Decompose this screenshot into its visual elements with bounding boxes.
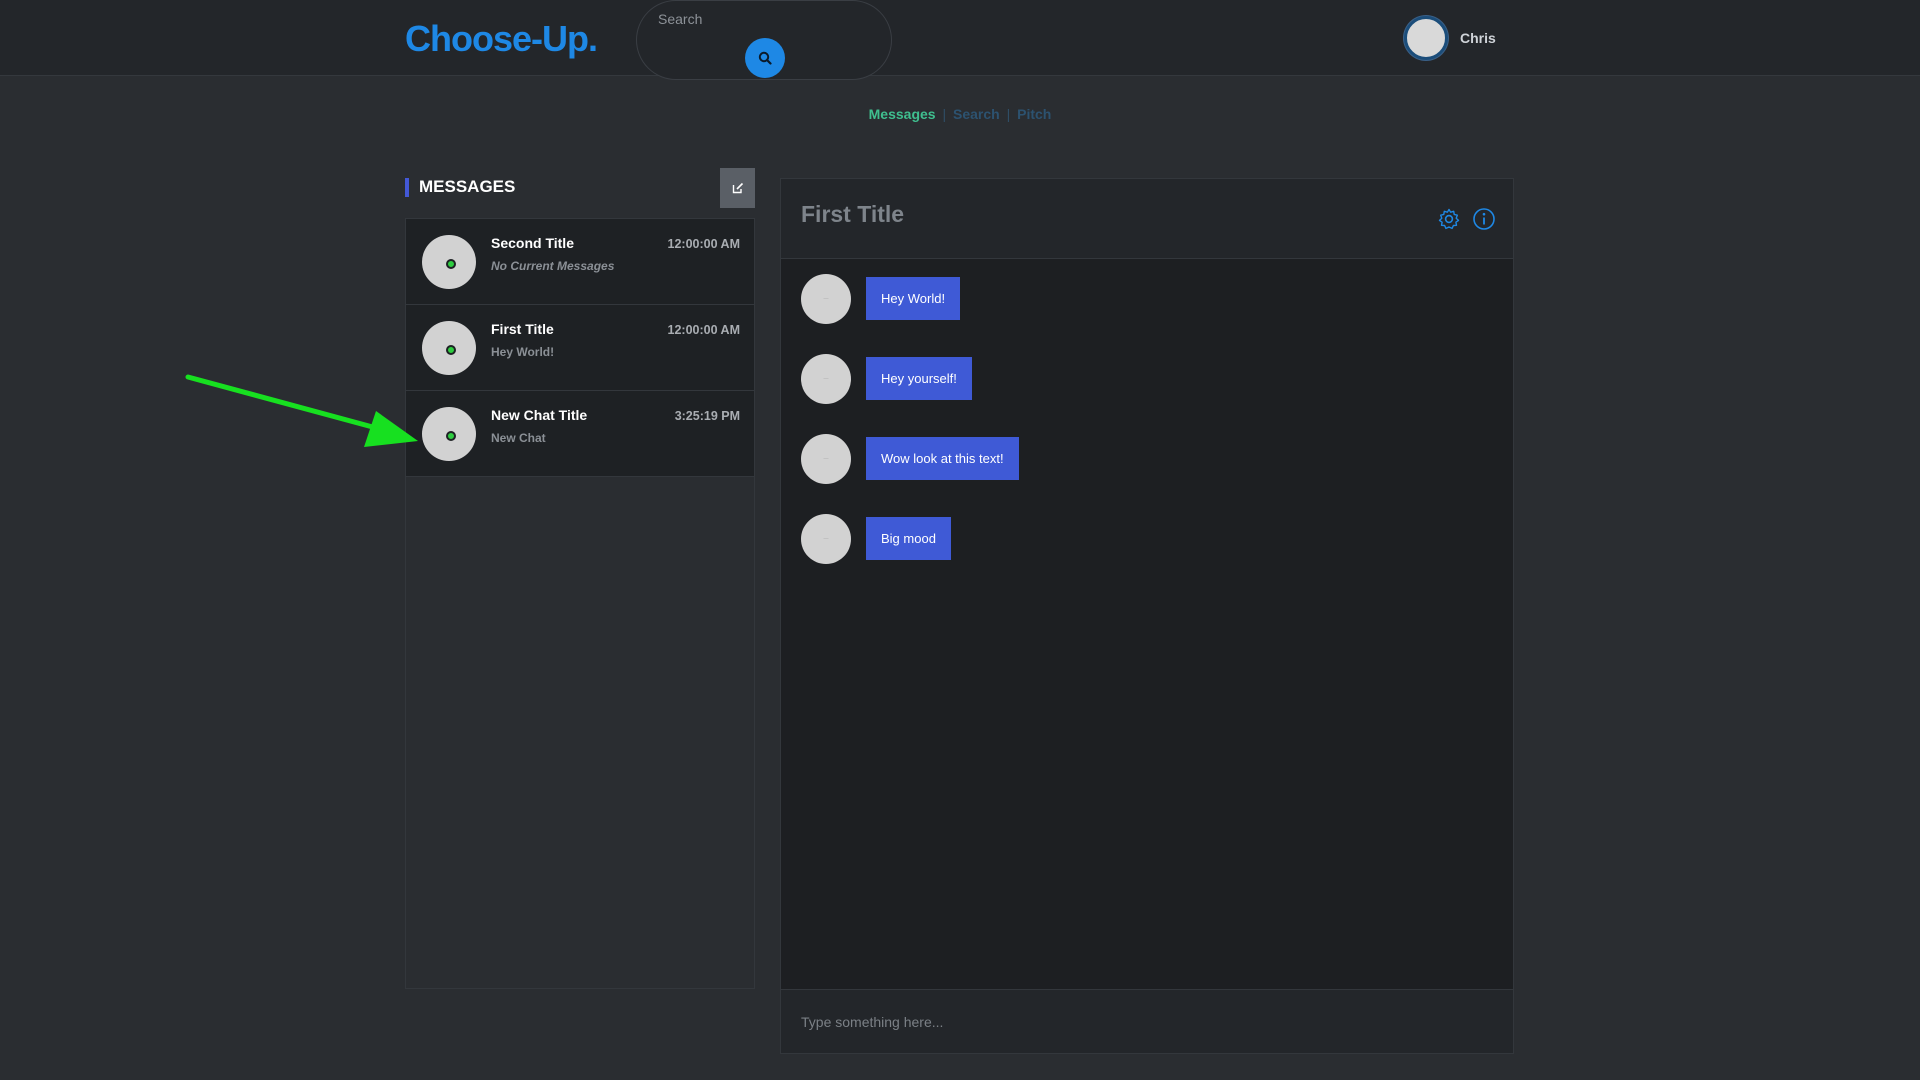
avatar: — [801,434,851,484]
tab-separator: | [942,106,947,122]
online-status-dot [446,259,456,269]
messages-header: MESSAGES [405,168,755,208]
user-name[interactable]: Chris [1460,30,1496,46]
heading-accent-bar [405,178,409,197]
avatar: — [801,354,851,404]
nav-tabs: Messages | Search | Pitch [0,106,1920,122]
search-icon [758,51,772,65]
gear-icon[interactable] [1437,207,1461,231]
search-input[interactable] [658,9,858,29]
online-status-dot [446,431,456,441]
chat-title: New Chat Title [491,407,588,423]
tab-pitch[interactable]: Pitch [1017,106,1051,122]
logo[interactable]: Choose-Up. [405,18,598,60]
chat-list-item[interactable]: — New Chat Title New Chat 3:25:19 PM [406,391,754,477]
chat-title: First Title [491,321,554,337]
search-box [636,0,892,80]
chat-title: Second Title [491,235,574,251]
message-input[interactable] [801,1010,1491,1034]
message-bubble: Wow look at this text! [866,437,1019,480]
avatar: — [801,514,851,564]
chat-preview: New Chat [491,431,546,445]
tab-messages[interactable]: Messages [869,106,936,122]
edit-icon [732,182,743,194]
chat-list-item[interactable]: — First Title Hey World! 12:00:00 AM [406,305,754,391]
chat-preview: No Current Messages [491,259,615,273]
tab-separator: | [1006,106,1011,122]
message-bubble: Big mood [866,517,951,560]
chat-timestamp: 3:25:19 PM [674,409,740,423]
top-bar: Choose-Up. Chris [0,0,1920,80]
annotation-arrow [185,374,418,447]
online-status-dot [446,345,456,355]
chat-list: — Second Title No Current Messages 12:00… [405,218,755,989]
avatar: — [801,274,851,324]
message-bubble: Hey yourself! [866,357,972,400]
conversation-panel: First Title — Hey World! — Hey yourself!… [780,178,1514,1054]
messages-heading: MESSAGES [419,177,516,196]
compose-button[interactable] [720,168,755,208]
info-icon[interactable] [1472,207,1496,231]
chat-list-item[interactable]: — Second Title No Current Messages 12:00… [406,219,754,305]
message-bubble: Hey World! [866,277,961,320]
user-menu[interactable]: Chris [1404,16,1496,60]
tab-search[interactable]: Search [953,106,1000,122]
chat-timestamp: 12:00:00 AM [667,323,741,337]
conversation-header: First Title [781,179,1513,259]
chat-preview: Hey World! [491,345,555,359]
avatar[interactable] [1404,16,1448,60]
composer [781,989,1513,1053]
search-button[interactable] [745,38,785,78]
conversation-title: First Title [801,201,905,227]
chat-timestamp: 12:00:00 AM [667,237,741,251]
